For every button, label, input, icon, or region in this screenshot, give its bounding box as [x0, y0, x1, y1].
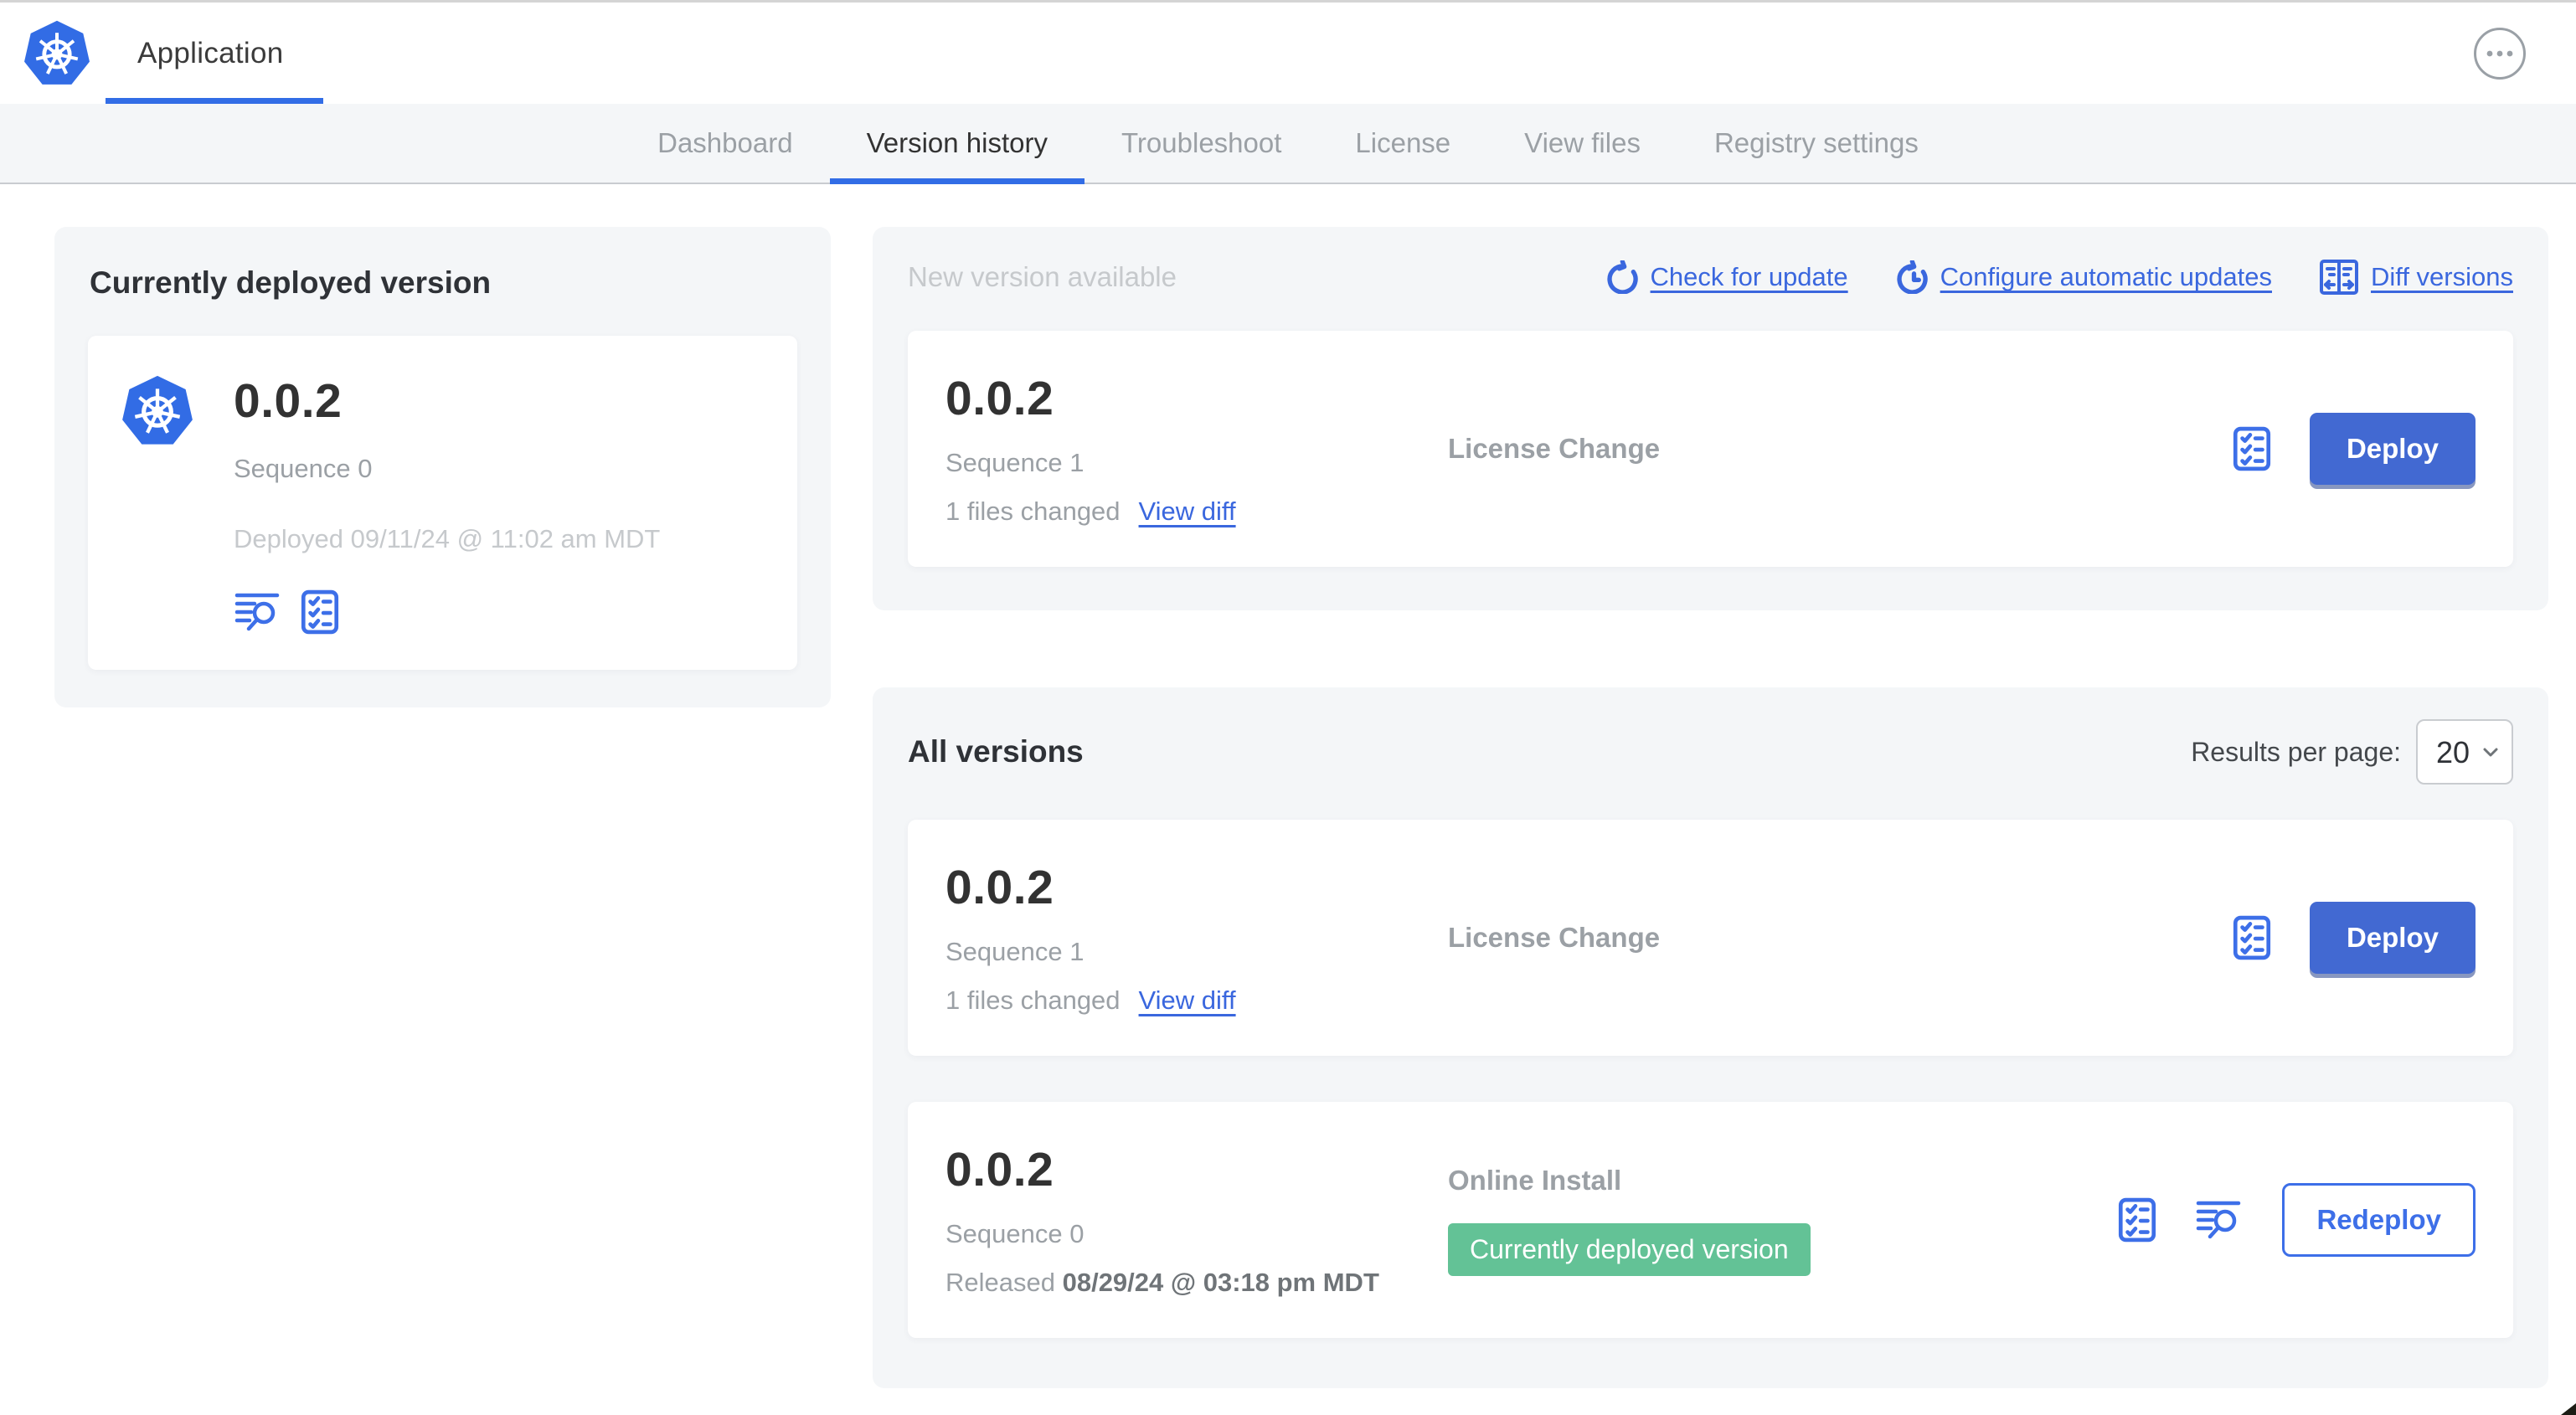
version-actions: Deploy — [2233, 902, 2476, 974]
tab-troubleshoot-label: Troubleshoot — [1121, 127, 1282, 158]
right-column: New version available Check for update C… — [873, 227, 2548, 1388]
deployed-timestamp: Deployed 09/11/24 @ 11:02 am MDT — [234, 524, 661, 553]
tab-registry-settings[interactable]: Registry settings — [1677, 104, 1955, 183]
check-for-update-link[interactable]: Check for update — [1605, 260, 1848, 294]
version-sequence: Sequence 1 — [945, 448, 1084, 477]
deployed-version-number: 0.0.2 — [234, 374, 343, 428]
deployed-version-card: 0.0.2 Sequence 0 Deployed 09/11/24 @ 11:… — [88, 336, 797, 670]
app-subnav: Dashboard Version history Troubleshoot L… — [0, 104, 2576, 184]
tab-view-files[interactable]: View files — [1487, 104, 1677, 183]
configure-automatic-updates-link[interactable]: Configure automatic updates — [1895, 260, 2272, 294]
version-row: 0.0.2 Sequence 0 Released 08/29/24 @ 03:… — [908, 1102, 2513, 1338]
files-changed-label: 1 files changed — [945, 497, 1121, 526]
all-versions-title: All versions — [908, 734, 1084, 769]
version-source: License Change — [1448, 922, 2233, 954]
new-version-title: New version available — [908, 261, 1177, 292]
preflight-checks-icon[interactable] — [2118, 1197, 2156, 1243]
tab-troubleshoot[interactable]: Troubleshoot — [1084, 104, 1318, 183]
redeploy-button[interactable]: Redeploy — [2282, 1183, 2476, 1257]
new-version-row: 0.0.2 Sequence 1 1 files changed View di… — [908, 331, 2513, 567]
check-for-update-label: Check for update — [1650, 262, 1848, 291]
tab-dashboard[interactable]: Dashboard — [621, 104, 829, 183]
version-source: Online Install Currently deployed versio… — [1448, 1165, 2118, 1276]
results-per-page-select-wrap: 20 — [2416, 719, 2513, 785]
all-versions-header: All versions Results per page: 20 — [908, 719, 2513, 785]
released-label: Released — [945, 1268, 1063, 1297]
results-per-page: Results per page: 20 — [2191, 719, 2513, 785]
files-changed-row: 1 files changed View diff — [945, 497, 1448, 527]
version-actions: Deploy — [2233, 413, 2476, 485]
app-header: Application — [0, 0, 2576, 104]
version-sequence: Sequence 0 — [945, 1219, 1084, 1248]
currently-deployed-badge: Currently deployed version — [1448, 1222, 1811, 1276]
tab-license-label: License — [1355, 127, 1451, 158]
ellipsis-icon — [2486, 50, 2513, 56]
kubernetes-logo — [121, 373, 193, 449]
all-versions-card: All versions Results per page: 20 0.0.2 … — [873, 687, 2548, 1388]
preflight-checks-icon[interactable] — [301, 589, 339, 635]
tab-registry-settings-label: Registry settings — [1713, 127, 1919, 158]
deploy-button[interactable]: Deploy — [2309, 902, 2476, 974]
version-row: 0.0.2 Sequence 1 1 files changed View di… — [908, 820, 2513, 1056]
app-tab-active-underline — [106, 98, 323, 104]
version-number: 0.0.2 — [945, 1143, 1054, 1196]
preflight-checks-icon[interactable] — [2233, 915, 2271, 960]
deployed-sequence: Sequence 0 — [234, 454, 373, 483]
source-label: Online Install — [1448, 1164, 1622, 1196]
view-logs-icon[interactable] — [234, 591, 282, 633]
version-source: License Change — [1448, 433, 2233, 465]
diff-versions-link[interactable]: Diff versions — [2319, 259, 2513, 296]
view-diff-link[interactable]: View diff — [1139, 497, 1236, 527]
version-info: 0.0.2 Sequence 1 1 files changed View di… — [945, 371, 1448, 527]
left-column: Currently deployed version 0.0.2 Sequenc… — [54, 227, 831, 1388]
new-version-header: New version available Check for update C… — [908, 259, 2513, 296]
version-actions: Redeploy — [2118, 1183, 2476, 1257]
version-number: 0.0.2 — [945, 861, 1054, 914]
tab-version-history-label: Version history — [866, 127, 1048, 158]
version-info: 0.0.2 Sequence 0 Released 08/29/24 @ 03:… — [945, 1142, 1448, 1298]
refresh-icon — [1605, 260, 1639, 294]
deploy-button[interactable]: Deploy — [2309, 413, 2476, 485]
source-label: License Change — [1448, 433, 1661, 464]
released-timestamp: Released 08/29/24 @ 03:18 pm MDT — [945, 1268, 1448, 1298]
tab-license[interactable]: License — [1318, 104, 1487, 183]
more-options-button[interactable] — [2474, 27, 2526, 80]
diff-icon — [2320, 260, 2358, 295]
auto-update-icon — [1895, 260, 1929, 294]
version-info: 0.0.2 Sequence 1 1 files changed View di… — [945, 860, 1448, 1016]
app-title-tab[interactable]: Application — [106, 3, 323, 104]
results-per-page-select[interactable]: 20 — [2416, 719, 2513, 785]
tab-version-history[interactable]: Version history — [829, 104, 1085, 184]
new-version-card: New version available Check for update C… — [873, 227, 2548, 610]
diff-versions-label: Diff versions — [2371, 262, 2513, 291]
source-label: License Change — [1448, 922, 1661, 953]
deployed-version-details: 0.0.2 Sequence 0 Deployed 09/11/24 @ 11:… — [234, 373, 660, 635]
version-sequence: Sequence 1 — [945, 937, 1084, 966]
main-content: Currently deployed version 0.0.2 Sequenc… — [0, 184, 2576, 1415]
released-date: 08/29/24 @ 03:18 pm MDT — [1062, 1268, 1379, 1297]
kubernetes-logo — [23, 18, 90, 89]
currently-deployed-card: Currently deployed version 0.0.2 Sequenc… — [54, 227, 831, 708]
preflight-checks-icon[interactable] — [2233, 426, 2271, 471]
view-diff-link[interactable]: View diff — [1139, 985, 1236, 1016]
view-logs-icon[interactable] — [2195, 1199, 2244, 1241]
deployed-actions — [234, 589, 660, 635]
tab-dashboard-label: Dashboard — [657, 127, 793, 158]
currently-deployed-title: Currently deployed version — [90, 265, 492, 300]
rows-gap — [908, 1056, 2513, 1102]
results-per-page-label: Results per page: — [2191, 736, 2401, 767]
files-changed-label: 1 files changed — [945, 985, 1121, 1015]
configure-automatic-updates-label: Configure automatic updates — [1940, 262, 2272, 291]
version-number: 0.0.2 — [945, 372, 1054, 425]
update-links: Check for update Configure automatic upd… — [1605, 259, 2513, 296]
tab-view-files-label: View files — [1524, 127, 1641, 158]
files-changed-row: 1 files changed View diff — [945, 985, 1448, 1016]
app-title: Application — [137, 36, 284, 69]
